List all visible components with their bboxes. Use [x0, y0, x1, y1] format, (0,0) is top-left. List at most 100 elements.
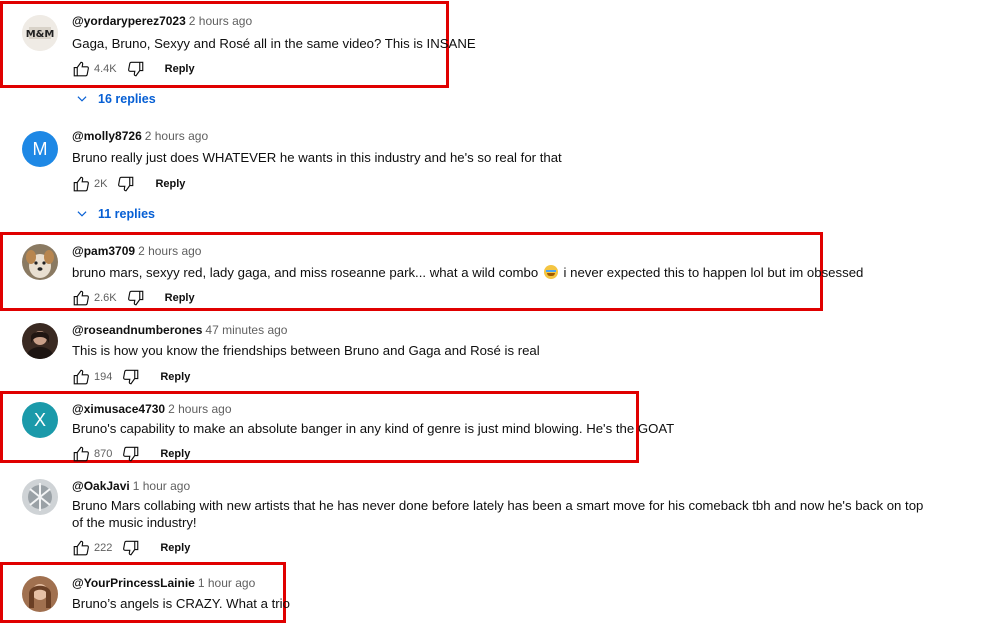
- comment-text: Bruno’s angels is CRAZY. What a trio: [72, 596, 290, 611]
- person-photo-icon: [22, 323, 58, 359]
- like-button[interactable]: 2K: [72, 175, 117, 193]
- thumbs-up-icon: [73, 61, 89, 77]
- thumbs-down-icon: [118, 176, 134, 192]
- like-count: 194: [94, 371, 113, 383]
- reply-button[interactable]: Reply: [165, 63, 195, 75]
- reply-button[interactable]: Reply: [160, 371, 190, 383]
- avatar[interactable]: [22, 576, 58, 612]
- svg-text:M&M: M&M: [26, 29, 55, 40]
- like-count: 222: [94, 542, 113, 554]
- thumbs-up-icon: [73, 540, 89, 556]
- comment-header: @molly8726 2 hours ago: [72, 129, 208, 143]
- logo-avatar-icon: M&M: [22, 15, 58, 51]
- dislike-button[interactable]: [117, 175, 135, 193]
- comment-author[interactable]: @OakJavi: [72, 479, 130, 493]
- dislike-button[interactable]: [127, 289, 145, 307]
- comment-author[interactable]: @pam3709: [72, 244, 135, 258]
- comment-author[interactable]: @yordaryperez7023: [72, 14, 186, 28]
- like-button[interactable]: 2.6K: [72, 289, 127, 307]
- abstract-photo-icon: [22, 479, 58, 515]
- like-count: 2.6K: [94, 292, 117, 304]
- comment-time[interactable]: 1 hour ago: [133, 479, 190, 493]
- comment-item: @OakJavi 1 hour ago Bruno Mars collabing …: [0, 479, 1000, 559]
- like-button[interactable]: 4.4K: [72, 60, 127, 78]
- view-replies-button[interactable]: 16 replies: [75, 92, 156, 106]
- comment-actions: 194 Reply: [72, 367, 190, 387]
- comment-header: @pam3709 2 hours ago: [72, 244, 201, 258]
- comment-time[interactable]: 2 hours ago: [138, 244, 201, 258]
- avatar[interactable]: X: [22, 402, 58, 438]
- reply-button[interactable]: Reply: [160, 542, 190, 554]
- like-button[interactable]: 870: [72, 445, 122, 463]
- comment-actions: 2K Reply: [72, 174, 185, 194]
- comment-item: X @ximusace4730 2 hours ago Bruno's capab…: [0, 402, 1000, 464]
- replies-label: 16 replies: [98, 92, 156, 106]
- avatar[interactable]: M&M: [22, 15, 58, 51]
- thumbs-down-icon: [127, 290, 143, 306]
- comment-author[interactable]: @YourPrincessLainie: [72, 576, 195, 590]
- comment-text-part: bruno mars, sexyy red, lady gaga, and mi…: [72, 265, 539, 280]
- like-button[interactable]: 194: [72, 368, 122, 386]
- comment-item: @roseandnumberones 47 minutes ago This is…: [0, 323, 1000, 389]
- comment-actions: 2.6K Reply: [72, 288, 195, 308]
- comment-time[interactable]: 47 minutes ago: [205, 323, 287, 337]
- comment-time[interactable]: 2 hours ago: [189, 14, 252, 28]
- reply-button[interactable]: Reply: [155, 178, 185, 190]
- thumbs-down-icon: [123, 540, 139, 556]
- comment-actions: 870 Reply: [72, 444, 190, 464]
- avatar[interactable]: M: [22, 131, 58, 167]
- comment-item: M&M @yordaryperez7023 2 hours ago Gaga, B…: [0, 14, 1000, 114]
- replies-label: 11 replies: [98, 207, 155, 221]
- comment-text: Bruno's capability to make an absolute b…: [72, 421, 675, 436]
- comment-actions: 4.4K Reply: [72, 59, 195, 79]
- person-photo-icon: [22, 576, 58, 612]
- comment-text: Gaga, Bruno, Sexyy and Rosé all in the s…: [72, 36, 476, 51]
- dislike-button[interactable]: [127, 60, 145, 78]
- like-button[interactable]: 222: [72, 539, 122, 557]
- comment-header: @YourPrincessLainie 1 hour ago: [72, 576, 255, 590]
- chevron-down-icon: [77, 211, 87, 217]
- comment-author[interactable]: @molly8726: [72, 129, 142, 143]
- avatar-letter: X: [33, 409, 46, 430]
- comment-item: M @molly8726 2 hours ago Bruno really jus…: [0, 129, 1000, 229]
- comment-text: bruno mars, sexyy red, lady gaga, and mi…: [72, 264, 932, 281]
- avatar[interactable]: [22, 244, 58, 280]
- chevron-down-icon: [77, 96, 87, 102]
- dislike-button[interactable]: [122, 445, 140, 463]
- comment-item: @YourPrincessLainie 1 hour ago Bruno’s an…: [0, 576, 1000, 622]
- comment-time[interactable]: 2 hours ago: [145, 129, 208, 143]
- like-count: 870: [94, 448, 113, 460]
- thumbs-up-icon: [73, 446, 89, 462]
- thumbs-down-icon: [123, 369, 139, 385]
- view-replies-button[interactable]: 11 replies: [75, 207, 155, 221]
- thumbs-down-icon: [123, 446, 139, 462]
- comment-header: @yordaryperez7023 2 hours ago: [72, 14, 252, 28]
- comment-item: @pam3709 2 hours ago bruno mars, sexyy re…: [0, 244, 1000, 310]
- comment-text-part: i never expected this to happen lol but …: [563, 265, 864, 280]
- avatar-letter: M: [32, 138, 48, 159]
- comment-author[interactable]: @ximusace4730: [72, 402, 165, 416]
- thumbs-up-icon: [73, 176, 89, 192]
- comment-time[interactable]: 1 hour ago: [198, 576, 255, 590]
- reply-button[interactable]: Reply: [165, 292, 195, 304]
- like-count: 2K: [94, 178, 108, 190]
- avatar[interactable]: [22, 479, 58, 515]
- dislike-button[interactable]: [122, 368, 140, 386]
- comment-header: @ximusace4730 2 hours ago: [72, 402, 232, 416]
- thumbs-up-icon: [73, 369, 89, 385]
- crying-face-emoji-icon: [543, 265, 558, 279]
- comment-author[interactable]: @roseandnumberones: [72, 323, 202, 337]
- like-count: 4.4K: [94, 63, 117, 75]
- comment-actions: 222 Reply: [72, 538, 190, 558]
- avatar[interactable]: [22, 323, 58, 359]
- reply-button[interactable]: Reply: [160, 448, 190, 460]
- comment-time[interactable]: 2 hours ago: [168, 402, 231, 416]
- dislike-button[interactable]: [122, 539, 140, 557]
- thumbs-down-icon: [127, 61, 143, 77]
- dog-photo-icon: [22, 244, 58, 280]
- thumbs-up-icon: [73, 290, 89, 306]
- comment-text: Bruno Mars collabing with new artists th…: [72, 498, 924, 530]
- comment-header: @OakJavi 1 hour ago: [72, 479, 190, 493]
- comment-text: Bruno really just does WHATEVER he wants…: [72, 150, 562, 165]
- comment-header: @roseandnumberones 47 minutes ago: [72, 323, 287, 337]
